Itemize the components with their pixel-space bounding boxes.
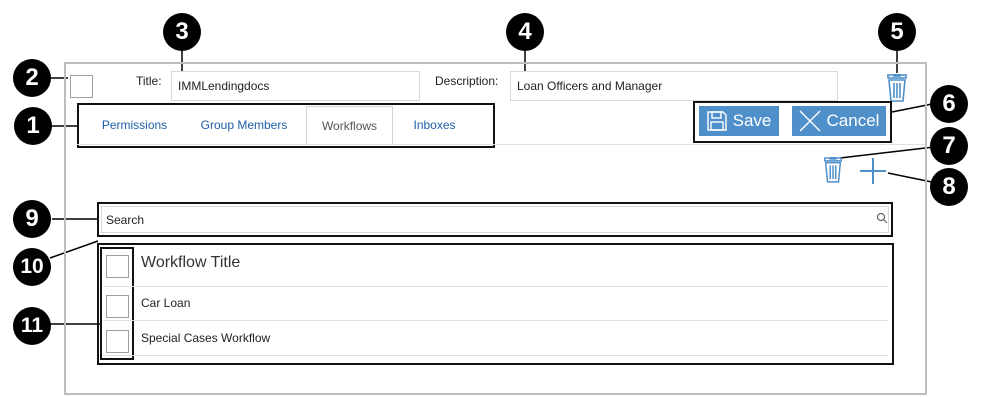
callout-11: 11 xyxy=(13,307,51,345)
tab-workflows[interactable]: Workflows xyxy=(306,106,393,144)
select-all-checkbox[interactable] xyxy=(106,255,129,278)
list-item[interactable]: Car Loan xyxy=(141,296,190,310)
close-icon xyxy=(799,110,821,132)
callout-6: 6 xyxy=(930,85,968,123)
list-item[interactable]: Special Cases Workflow xyxy=(141,331,270,345)
row-checkbox[interactable] xyxy=(106,295,129,318)
callout-1: 1 xyxy=(14,107,52,145)
cancel-label: Cancel xyxy=(826,111,880,130)
callout-3: 3 xyxy=(163,13,201,51)
tab-divider xyxy=(77,144,925,145)
title-label: Title: xyxy=(136,74,162,88)
delete-group-trash-icon[interactable] xyxy=(885,73,909,102)
callout-10: 10 xyxy=(13,248,51,286)
cancel-button[interactable]: Cancel xyxy=(792,106,886,136)
callout-7: 7 xyxy=(930,127,968,165)
save-label: Save xyxy=(732,111,772,130)
group-select-checkbox[interactable] xyxy=(70,75,93,98)
workflow-title-header: Workflow Title xyxy=(141,254,241,271)
save-button[interactable]: Save xyxy=(699,106,779,136)
callout-8: 8 xyxy=(930,168,968,206)
search-placeholder: Search xyxy=(106,213,145,227)
callout-9: 9 xyxy=(13,200,51,238)
save-icon xyxy=(706,111,727,131)
description-input[interactable]: Loan Officers and Manager xyxy=(510,71,838,101)
row-divider xyxy=(103,286,888,287)
tab-group-members[interactable]: Group Members xyxy=(189,106,299,144)
tab-inboxes[interactable]: Inboxes xyxy=(397,106,472,144)
search-icon xyxy=(876,212,888,224)
row-checkbox[interactable] xyxy=(106,330,129,353)
description-label: Description: xyxy=(435,74,499,88)
title-input[interactable]: IMMLendingdocs xyxy=(171,71,420,101)
delete-workflow-trash-icon[interactable] xyxy=(822,156,844,183)
row-divider xyxy=(103,320,888,321)
callout-4: 4 xyxy=(506,13,544,51)
tab-permissions[interactable]: Permissions xyxy=(87,106,182,144)
callout-5: 5 xyxy=(878,13,916,51)
tab-bar: Permissions Group Members Workflows Inbo… xyxy=(77,103,495,148)
row-divider xyxy=(103,355,888,356)
callout-2: 2 xyxy=(13,59,51,97)
add-workflow-plus-icon[interactable] xyxy=(859,157,887,185)
search-input[interactable]: Search xyxy=(101,206,889,233)
